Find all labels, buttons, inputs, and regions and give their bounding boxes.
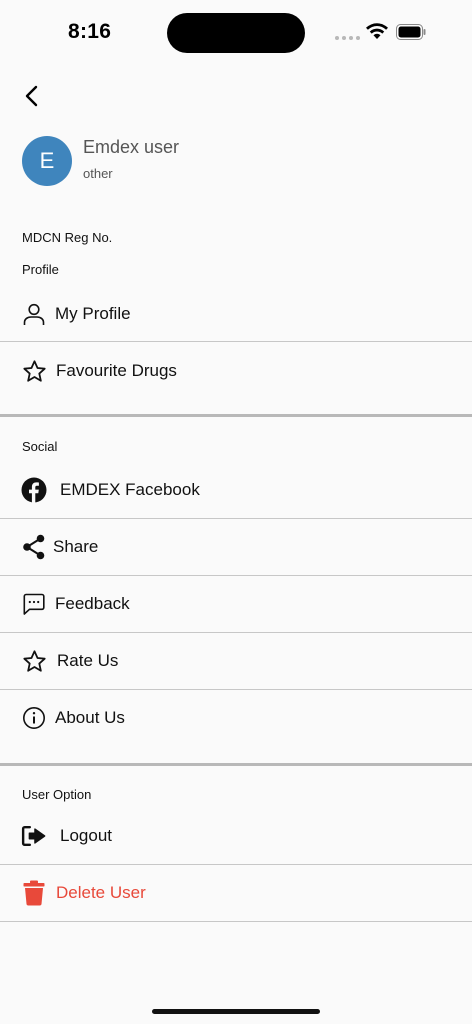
- menu-item-my-profile[interactable]: My Profile: [0, 286, 472, 342]
- share-icon: [21, 534, 47, 560]
- status-bar: 8:16: [0, 0, 472, 64]
- trash-icon: [21, 880, 47, 906]
- dynamic-island: [167, 13, 305, 53]
- menu-label: Delete User: [56, 883, 146, 902]
- home-indicator[interactable]: [152, 1009, 320, 1014]
- star-icon: [21, 358, 47, 384]
- menu-label: Logout: [60, 826, 112, 845]
- user-role: other: [83, 166, 113, 181]
- facebook-icon: [21, 477, 47, 503]
- divider: [0, 921, 472, 922]
- menu-item-feedback[interactable]: Feedback: [0, 576, 472, 632]
- logout-icon: [21, 823, 47, 849]
- menu-label: About Us: [55, 708, 125, 727]
- menu-item-favourite-drugs[interactable]: Favourite Drugs: [0, 343, 472, 399]
- info-icon: [21, 705, 47, 731]
- menu-item-emdex-facebook[interactable]: EMDEX Facebook: [0, 462, 472, 518]
- user-name: Emdex user: [83, 137, 180, 157]
- divider: [0, 341, 472, 342]
- section-title-profile: Profile: [22, 262, 59, 277]
- menu-item-about-us[interactable]: About Us: [0, 690, 472, 746]
- menu-item-rate-us[interactable]: Rate Us: [0, 633, 472, 689]
- avatar: E: [22, 136, 72, 186]
- menu-label: Rate Us: [57, 651, 119, 670]
- person-icon: [21, 301, 47, 327]
- chevron-left-icon: [25, 85, 38, 107]
- star-icon: [21, 648, 47, 674]
- menu-label: Favourite Drugs: [56, 361, 177, 380]
- wifi-icon: [366, 23, 388, 39]
- feedback-icon: [21, 591, 47, 617]
- menu-label: Share: [53, 537, 99, 556]
- user-header: E Emdex user other: [22, 136, 179, 186]
- section-title-user-option: User Option: [22, 787, 92, 802]
- reg-number-label: MDCN Reg No.: [22, 230, 113, 245]
- section-divider: [0, 414, 472, 417]
- battery-icon: [396, 24, 426, 40]
- section-divider: [0, 763, 472, 766]
- menu-item-logout[interactable]: Logout: [0, 808, 472, 864]
- back-button[interactable]: [16, 80, 48, 112]
- section-title-social: Social: [22, 439, 58, 454]
- menu-label: My Profile: [55, 304, 131, 323]
- cellular-signal-icon: [335, 36, 360, 40]
- menu-label: EMDEX Facebook: [60, 480, 200, 499]
- menu-item-share[interactable]: Share: [0, 519, 472, 575]
- menu-item-delete-user[interactable]: Delete User: [0, 865, 472, 921]
- menu-label: Feedback: [55, 594, 130, 613]
- status-time: 8:16: [68, 20, 112, 43]
